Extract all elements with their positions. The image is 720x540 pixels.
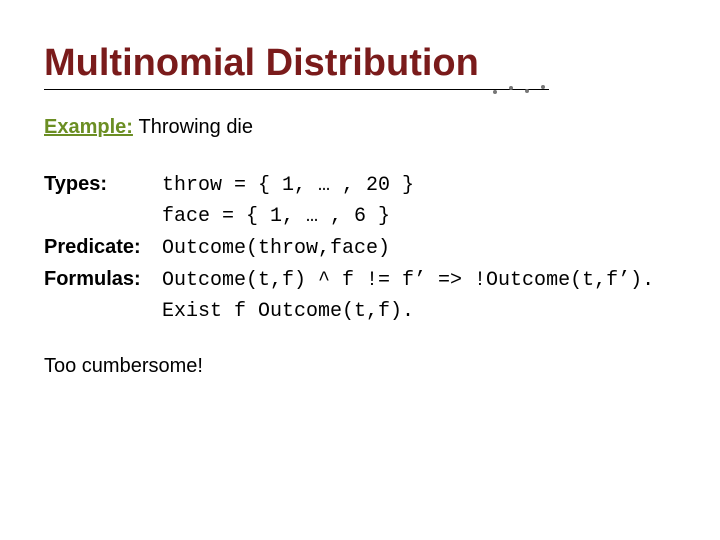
formulas-label: Formulas: [44, 264, 162, 295]
formulas-line2: Exist f Outcome(t,f). [162, 296, 414, 327]
types-row-2: face = { 1, … , 6 } [44, 201, 676, 232]
types-throw-def: throw = { 1, … , 20 } [162, 170, 414, 201]
example-label: Example: [44, 116, 133, 138]
types-face-def: face = { 1, … , 6 } [162, 201, 390, 232]
slide: Multinomial Distribution Example: Throwi… [0, 0, 720, 540]
predicate-label: Predicate: [44, 232, 162, 263]
example-subtitle: Example: Throwing die [44, 116, 676, 139]
formulas-line1: Outcome(t,f) ^ f != f’ => !Outcome(t,f’)… [162, 265, 654, 296]
types-label: Types: [44, 169, 162, 200]
slide-title: Multinomial Distribution [44, 42, 479, 85]
example-description-text: Throwing die [139, 116, 254, 138]
title-block: Multinomial Distribution [44, 42, 549, 90]
predicate-def: Outcome(throw,face) [162, 233, 390, 264]
title-decorative-dots [489, 83, 549, 95]
body: Types: throw = { 1, … , 20 } face = { 1,… [44, 169, 676, 327]
predicate-row: Predicate: Outcome(throw,face) [44, 232, 676, 264]
formulas-row-2: Exist f Outcome(t,f). [44, 296, 676, 327]
formulas-row: Formulas: Outcome(t,f) ^ f != f’ => !Out… [44, 264, 676, 296]
types-row: Types: throw = { 1, … , 20 } [44, 169, 676, 201]
footer-note: Too cumbersome! [44, 355, 676, 378]
